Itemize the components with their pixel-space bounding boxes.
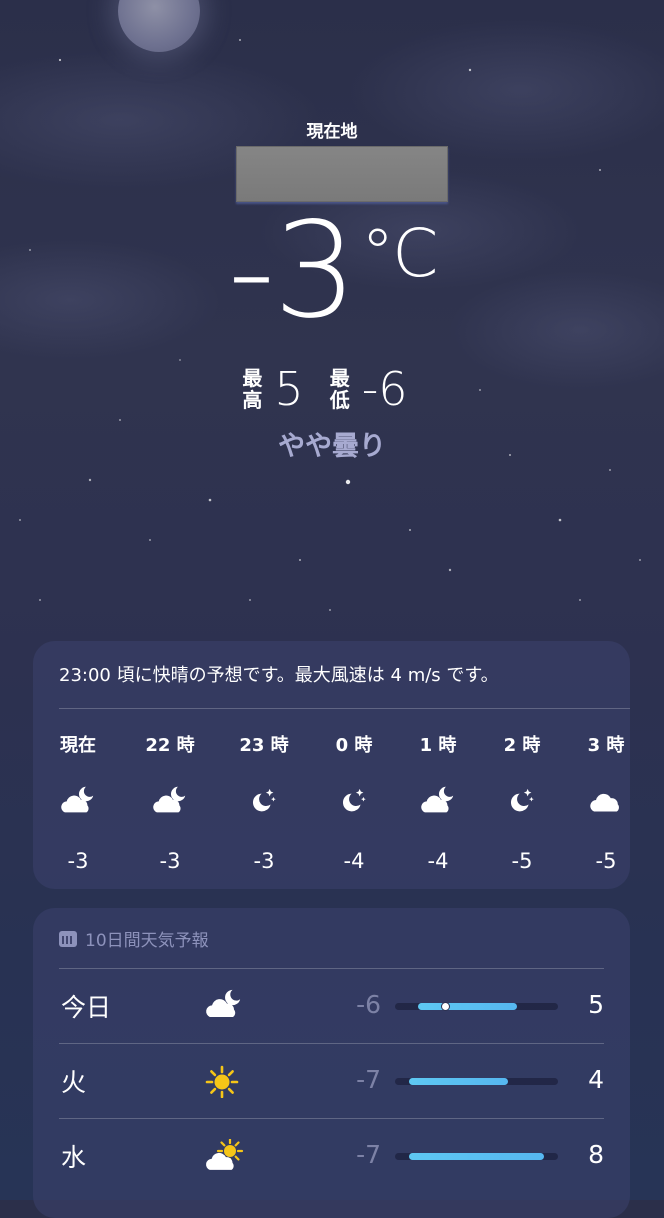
- day-low-temperature: -7: [356, 1140, 381, 1169]
- sun-icon: [201, 1061, 247, 1101]
- hourly-time-label: 1 時: [419, 735, 457, 756]
- temperature-range-bar: [395, 1078, 558, 1085]
- ten-day-header-label: 10日間天気予報: [85, 931, 209, 951]
- day-name: 今日: [61, 993, 112, 1022]
- daily-row[interactable]: 今日 -6 5: [59, 968, 604, 1043]
- hourly-temperature: -3: [67, 849, 89, 873]
- day-name: 水: [61, 1143, 87, 1172]
- clear-night-icon: [309, 786, 399, 820]
- high-label-text: 高: [242, 388, 263, 412]
- low-value: -6: [361, 362, 408, 416]
- high-low-temperatures: 最高 5 最低 -6: [0, 362, 664, 416]
- hourly-temperature: -4: [427, 849, 449, 873]
- hourly-time-label: 3 時: [587, 735, 625, 756]
- partly-cloudy-night-icon: [125, 786, 215, 820]
- low-label: 最低: [330, 367, 350, 411]
- hourly-item: 23 時 -3: [219, 641, 309, 889]
- partly-sunny-icon: [201, 1136, 247, 1176]
- daily-row[interactable]: 火 -7 4: [59, 1043, 604, 1118]
- ten-day-forecast-card[interactable]: 10日間天気予報 今日 -6 5 火 -7 4 水 -7 8: [33, 908, 630, 1218]
- hourly-time-label: 2 時: [503, 735, 541, 756]
- location-label: 現在地: [306, 122, 358, 142]
- daily-row[interactable]: 水 -7 8: [59, 1118, 604, 1193]
- day-low-temperature: -6: [356, 990, 381, 1019]
- hourly-temperature: -3: [159, 849, 181, 873]
- temperature-range-fill: [409, 1078, 508, 1085]
- hourly-item: 0 時 -4: [309, 641, 399, 889]
- day-high-temperature: 5: [588, 990, 604, 1019]
- hourly-forecast-card[interactable]: 23:00 頃に快晴の予想です。最大風速は 4 m/s です。 現在 -3 22 時…: [33, 641, 630, 889]
- partly-cloudy-night-icon: [201, 986, 247, 1026]
- ten-day-header: 10日間天気予報: [59, 926, 209, 951]
- temperature-range-bar: [395, 1002, 558, 1011]
- hourly-time-label: 23 時: [239, 735, 289, 756]
- high-value: 5: [274, 362, 304, 416]
- temperature-range-fill: [409, 1153, 544, 1160]
- hourly-temperature: -5: [595, 849, 617, 873]
- calendar-icon: [59, 930, 77, 947]
- weather-condition: やや曇り: [278, 431, 386, 462]
- day-high-temperature: 4: [588, 1065, 604, 1094]
- hourly-item: 1 時 -4: [393, 641, 483, 889]
- day-high-temperature: 8: [588, 1140, 604, 1169]
- hourly-time-label: 22 時: [145, 735, 195, 756]
- day-low-temperature: -7: [356, 1065, 381, 1094]
- hourly-time-label: 0 時: [335, 735, 373, 756]
- hourly-item: 現在 -3: [33, 641, 123, 889]
- day-name: 火: [61, 1068, 87, 1097]
- hourly-item: 2 時 -5: [477, 641, 567, 889]
- high-label-text: 最: [242, 366, 263, 390]
- temperature-unit: °C: [361, 215, 438, 292]
- partly-cloudy-night-icon: [33, 786, 123, 820]
- current-temperature: -3°C: [0, 205, 664, 337]
- current-temperature-dot: [441, 1002, 450, 1011]
- low-label-text: 最: [329, 366, 350, 390]
- hourly-item: 3 時 -5: [561, 641, 651, 889]
- temperature-range-bar: [395, 1153, 558, 1160]
- current-temperature-value: -3: [227, 194, 358, 348]
- partly-cloudy-night-icon: [393, 786, 483, 820]
- hourly-temperature: -5: [511, 849, 533, 873]
- cloud-icon: [561, 786, 651, 820]
- temperature-range-fill: [418, 1003, 517, 1010]
- hourly-item: 22 時 -3: [125, 641, 215, 889]
- clear-night-icon: [477, 786, 567, 820]
- hourly-temperature: -3: [253, 849, 275, 873]
- low-label-text: 低: [329, 388, 350, 412]
- hourly-time-label: 現在: [60, 735, 96, 756]
- high-label: 最高: [242, 367, 262, 411]
- clear-night-icon: [219, 786, 309, 820]
- hourly-temperature: -4: [343, 849, 365, 873]
